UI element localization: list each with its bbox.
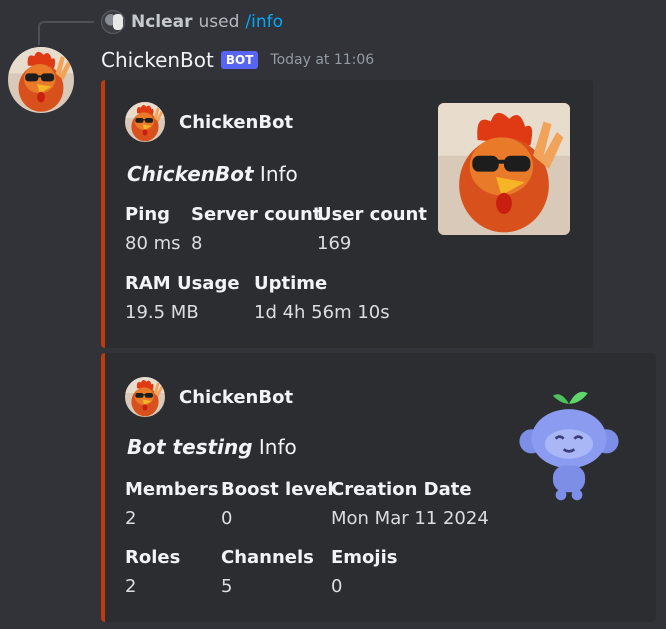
field-value-uptime: 1d 4h 56m 10s [254,302,390,323]
field-value-user-count: 169 [317,233,352,254]
embed-author-avatar [125,377,165,417]
field-name-emojis: Emojis [331,547,398,568]
embed-title-rest: Info [253,162,298,186]
embed-title: ChickenBot Info [127,162,298,186]
reply-username[interactable]: Nclear [131,12,193,32]
embed-author: ChickenBot [125,102,293,142]
author-name[interactable]: ChickenBot [101,48,214,72]
embed-title-emphasis: Bot testing [127,435,253,459]
field-value-boost-level: 0 [221,508,233,529]
slash-command-link[interactable]: /info [245,12,283,32]
chat-message: Nclear used /info ChickenBot BOT Today a… [0,0,666,629]
field-name-ping: Ping [125,204,171,225]
field-name-server-count: Server count [191,204,322,225]
field-value-emojis: 0 [331,576,343,597]
message-timestamp[interactable]: Today at 11:06 [270,52,374,68]
field-name-channels: Channels [221,547,314,568]
field-value-ping: 80 ms [125,233,181,254]
embed-title: Bot testing Info [127,435,297,459]
field-value-ram-usage: 19.5 MB [125,302,199,323]
field-value-creation-date: Mon Mar 11 2024 [331,508,489,529]
chicken-avatar-icon [8,47,74,113]
embed-thumbnail[interactable] [438,103,570,235]
embed-server-info: ChickenBot Bot testing Info Members 2 Bo… [101,353,656,622]
embed-author-name: ChickenBot [179,111,294,133]
bot-avatar[interactable] [8,47,74,113]
field-value-members: 2 [125,508,137,529]
field-name-uptime: Uptime [254,273,328,294]
embed-title-rest: Info [252,435,297,459]
embed-author-name: ChickenBot [179,386,294,408]
reply-connector [38,21,94,45]
embed-bot-info: ChickenBot ChickenBot Info Ping 80 ms Se… [101,80,593,348]
bot-tag-badge: BOT [220,51,259,69]
embed-author-avatar [125,102,165,142]
message-header: ChickenBot BOT Today at 11:06 [101,46,374,74]
embed-thumbnail[interactable] [502,377,636,511]
reply-user-avatar[interactable] [101,10,125,34]
chicken-avatar-icon [125,102,165,142]
field-name-boost-level: Boost level [221,479,334,500]
chicken-avatar-icon [125,377,165,417]
blue-sprout-mascot-icon [502,377,636,511]
field-name-roles: Roles [125,547,181,568]
field-name-creation-date: Creation Date [331,479,472,500]
field-name-ram-usage: RAM Usage [125,273,240,294]
command-reply-context[interactable]: Nclear used /info [101,10,283,34]
chicken-with-sunglasses-icon [438,103,570,235]
field-value-roles: 2 [125,576,137,597]
reply-used-text: used [198,12,240,32]
embed-author: ChickenBot [125,377,293,417]
field-name-user-count: User count [317,204,427,225]
field-value-server-count: 8 [191,233,203,254]
embed-title-emphasis: ChickenBot [127,162,254,186]
field-value-channels: 5 [221,576,233,597]
field-name-members: Members [125,479,219,500]
